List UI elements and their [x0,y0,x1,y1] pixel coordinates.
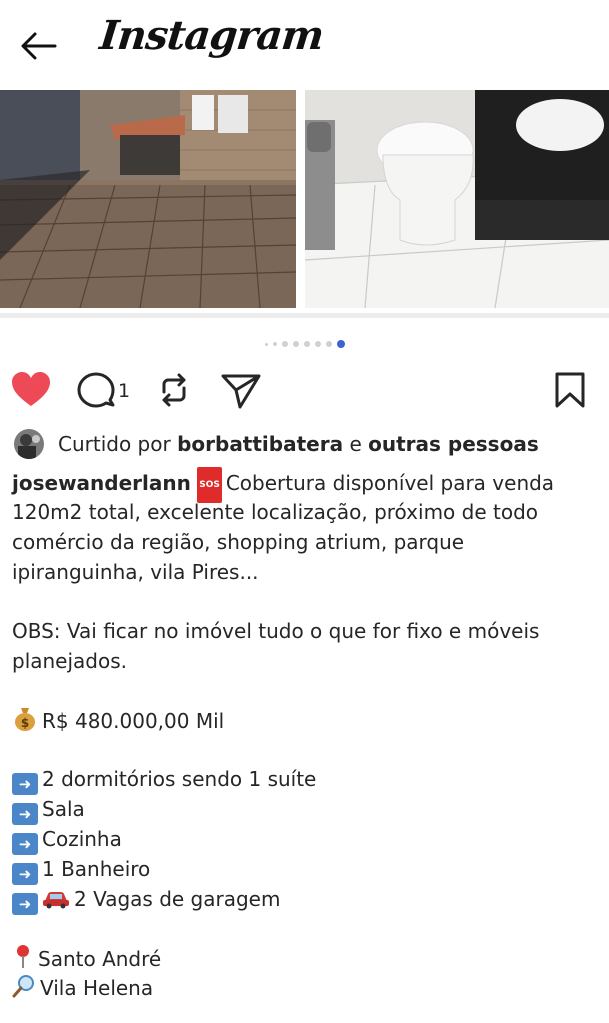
avatar[interactable] [14,429,44,459]
feature-item: Sala [42,797,85,821]
carousel-dot-active [336,340,345,348]
bookmark-icon[interactable] [553,368,587,412]
repost-icon[interactable] [154,368,194,412]
location-neighborhood: Vila Helena [40,976,154,1000]
caption-line: ipiranguinha, vila Pires... [12,560,259,584]
comment-count: 1 [118,380,131,402]
patio-photo [0,90,296,308]
liked-by-others[interactable]: outras pessoas [368,432,539,456]
liked-by[interactable]: Curtido por borbattibatera e outras pess… [14,428,539,460]
bathroom-photo [305,90,609,308]
caption-line: 120m2 total, excelente localização, próx… [12,500,539,524]
action-bar: 1 [0,368,609,412]
pin-icon [12,943,34,977]
arrow-right-icon: ➜ [12,833,38,855]
comment-icon [77,372,115,408]
carousel-indicator [0,338,609,350]
send-icon[interactable] [220,368,262,412]
arrow-right-icon: ➜ [12,773,38,795]
arrow-right-icon: ➜ [12,893,38,915]
carousel-dot [272,342,277,346]
arrow-right-icon: ➜ [12,863,38,885]
carousel-dot [292,341,299,347]
caption-line: comércio da região, shopping atrium, par… [12,530,465,554]
post-caption: josewanderlann SOS Cobertura disponível p… [12,467,602,1003]
carousel-dot [281,341,288,347]
obs-line: OBS: Vai ficar no imóvel tudo o que for … [12,619,540,643]
magnifier-icon [12,974,36,1006]
divider [0,313,609,318]
arrow-left-icon[interactable] [14,26,62,66]
location-city: Santo André [38,947,162,971]
carousel-dot [303,341,310,347]
media-carousel[interactable] [0,90,609,308]
liked-by-prefix: Curtido por [58,432,171,456]
caption-line: Cobertura disponível para venda [225,471,555,495]
arrow-right-icon: ➜ [12,803,38,825]
svg-text:$: $ [21,716,29,730]
money-bag-icon: $ [12,705,38,739]
feature-item: 2 dormitórios sendo 1 suíte [42,767,317,791]
obs-line: planejados. [12,649,128,673]
post-username[interactable]: josewanderlann [12,471,191,495]
feature-item: Cozinha [42,827,122,851]
feature-item: 2 Vagas de garagem [74,887,281,911]
top-bar: Instagram [0,0,609,88]
car-icon [42,887,70,917]
carousel-dot [325,341,332,347]
feature-item: 1 Banheiro [42,857,151,881]
carousel-dot [314,341,321,347]
heart-filled-icon[interactable] [10,368,52,412]
liked-by-user[interactable]: borbattibatera [177,432,343,456]
liked-by-connector: e [349,432,362,456]
carousel-dot [264,342,268,346]
comment-button[interactable]: 1 [76,368,130,412]
instagram-logo: Instagram [97,12,326,59]
price: R$ 480.000,00 Mil [42,709,225,733]
